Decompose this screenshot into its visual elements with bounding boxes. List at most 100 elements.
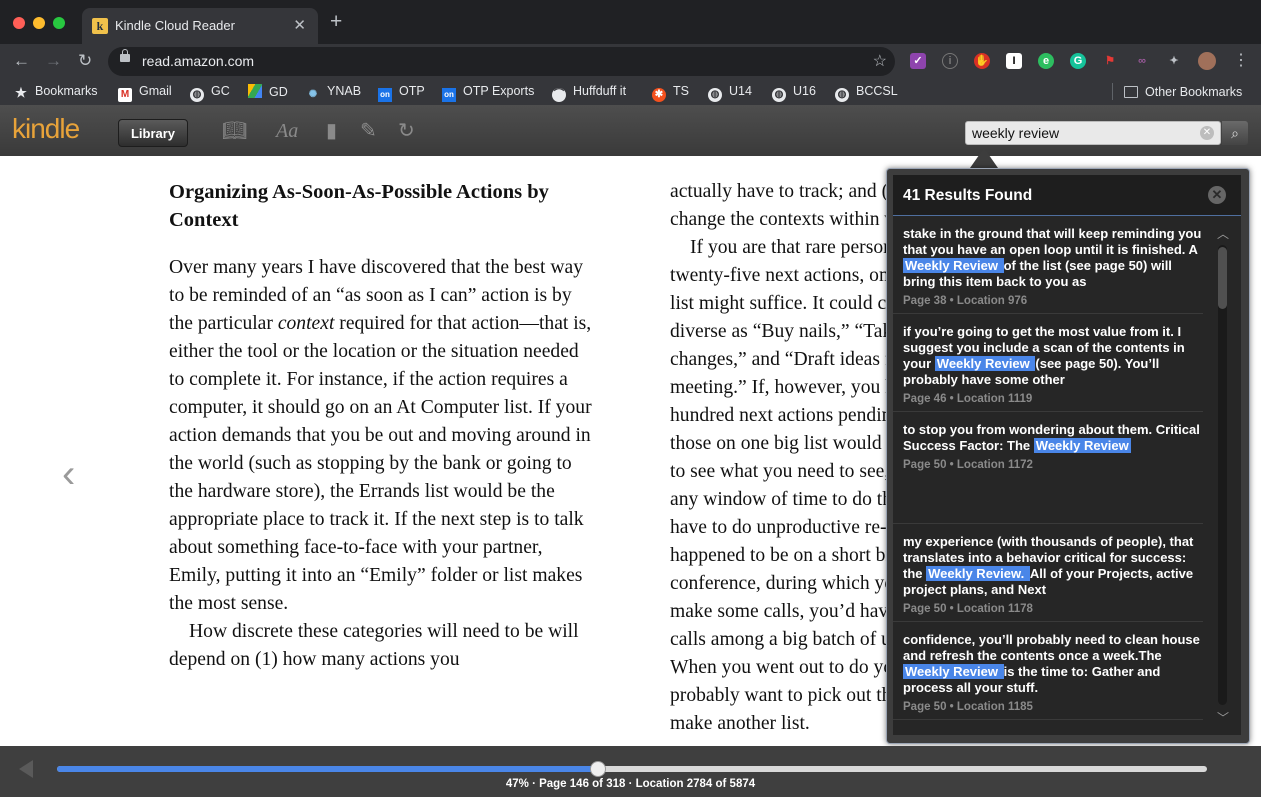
otp-icon: on [442, 88, 456, 102]
bookmark-gmail[interactable]: M Gmail [118, 84, 172, 102]
lock-icon [120, 49, 130, 62]
bookmark-icon[interactable]: ▮ [326, 119, 337, 143]
book-search-box: ✕ [965, 121, 1221, 145]
browser-tab-bar: k Kindle Cloud Reader ✕ + [0, 0, 1261, 44]
bookmarks-bar: ★ Bookmarks M Gmail ◍ GC GD ✺ YNAB on OTP on O… [0, 78, 1261, 105]
notes-icon[interactable]: ✎ [360, 119, 377, 143]
scrollbar-thumb[interactable] [1218, 247, 1227, 309]
tab-title: Kindle Cloud Reader [115, 18, 235, 33]
checklist-extension-icon[interactable]: ✓ [910, 53, 926, 69]
search-hit-highlight: Weekly Review [903, 664, 1004, 679]
previous-arrow-icon[interactable] [19, 760, 33, 778]
bookmark-u14[interactable]: ◍ U14 [708, 84, 752, 102]
kindle-toolbar: kindle Library 📖︎ Aa ▮ ✎ ↻ ✕ ⌕ [0, 105, 1261, 157]
progress-slider-handle[interactable] [589, 761, 606, 777]
location-status: 47% · Page 146 of 318 · Location 2784 of… [505, 778, 756, 790]
extensions-puzzle-icon[interactable]: ✦ [1166, 53, 1182, 69]
search-results-list: stake in the ground that will keep remin… [893, 216, 1213, 728]
globe-icon: ◍ [190, 88, 204, 102]
new-tab-button[interactable]: + [330, 11, 342, 32]
ts-icon: ✱ [652, 88, 666, 102]
search-result-item[interactable]: confidence, you’ll probably need to clea… [893, 622, 1203, 720]
scrollbar-track[interactable] [1218, 245, 1227, 705]
window-minimize-button[interactable] [33, 17, 45, 29]
gmail-icon: M [118, 88, 132, 102]
result-snippet: confidence, you’ll probably need to clea… [903, 632, 1203, 696]
huffduffer-icon: ⌒ [552, 88, 566, 102]
grammarly-extension-icon[interactable]: G [1070, 53, 1086, 69]
scroll-down-chevron-icon[interactable]: ﹀ [1215, 709, 1231, 726]
open-book-icon[interactable]: 📖︎ [222, 119, 247, 143]
evernote-extension-icon[interactable]: e [1038, 53, 1054, 69]
close-results-icon[interactable]: ✕ [1208, 186, 1226, 204]
window-close-button[interactable] [13, 17, 25, 29]
bookmark-gd[interactable]: GD [248, 84, 288, 99]
flag-extension-icon[interactable]: ⚑ [1102, 53, 1118, 69]
forward-arrow-icon[interactable]: → [45, 51, 62, 71]
snippet-text: confidence, you’ll probably need to clea… [903, 632, 1200, 663]
kindle-logo[interactable]: kindle [12, 114, 80, 144]
back-arrow-icon[interactable]: ← [13, 51, 30, 71]
result-snippet: my experience (with thousands of people)… [903, 534, 1203, 598]
result-location: Page 38 • Location 976 [903, 295, 1028, 307]
result-snippet: to stop you from wondering about them. C… [903, 422, 1203, 454]
search-panel-pointer [970, 148, 998, 168]
search-result-item[interactable]: my experience (with thousands of people)… [893, 524, 1203, 622]
star-icon: ★ [15, 85, 27, 100]
search-results-header: 41 Results Found ✕ [893, 175, 1241, 216]
font-settings-icon[interactable]: Aa [276, 119, 298, 143]
tab-close-icon[interactable]: ✕ [293, 16, 306, 34]
search-result-item[interactable]: stake in the ground that will keep remin… [893, 216, 1203, 314]
reload-icon[interactable]: ↻ [78, 51, 92, 71]
bookmark-huffduff-it[interactable]: ⌒ Huffduff it [552, 84, 626, 102]
browser-toolbar: ← → ↻ read.amazon.com ☆ ✓ i ✋ I e G ⚑ ∞ … [0, 44, 1261, 78]
window-zoom-button[interactable] [53, 17, 65, 29]
bookmarks-divider [1112, 83, 1113, 100]
result-location: Page 50 • Location 1185 [903, 701, 1033, 713]
globe-icon: ◍ [835, 88, 849, 102]
hand-extension-icon[interactable]: ✋ [974, 53, 990, 69]
result-location: Page 46 • Location 1119 [903, 393, 1033, 405]
other-bookmarks-folder[interactable]: Other Bookmarks [1124, 84, 1242, 99]
folder-icon [1124, 86, 1138, 98]
search-result-item[interactable]: if you’re going to get the most value fr… [893, 314, 1203, 412]
book-search-input[interactable] [972, 124, 1192, 142]
search-result-item[interactable]: to stop you from wondering about them. C… [893, 412, 1203, 524]
bookmark-star-icon[interactable]: ☆ [873, 51, 887, 71]
info-extension-icon[interactable]: i [942, 53, 958, 69]
results-scrollbar[interactable]: ︿ ﹀ [1215, 225, 1231, 725]
globe-icon: ◍ [708, 88, 722, 102]
bookmark-bccsl[interactable]: ◍ BCCSL [835, 84, 898, 102]
search-hit-highlight: Weekly Review [903, 258, 1004, 273]
search-hit-highlight: Weekly Review [1033, 438, 1131, 453]
bookmark-ynab[interactable]: ✺ YNAB [306, 84, 361, 102]
instapaper-extension-icon[interactable]: I [1006, 53, 1022, 69]
paragraph: How discrete these categories will need … [169, 621, 579, 670]
clear-search-icon[interactable]: ✕ [1200, 126, 1214, 140]
google-drive-icon [248, 84, 262, 98]
profile-avatar[interactable] [1198, 52, 1216, 70]
search-hit-highlight: Weekly Review [934, 356, 1036, 371]
address-bar[interactable]: read.amazon.com ☆ [108, 47, 895, 76]
library-button[interactable]: Library [118, 119, 188, 147]
bookmark-ts[interactable]: ✱ TS [652, 84, 689, 102]
scroll-up-chevron-icon[interactable]: ︿ [1215, 225, 1231, 242]
url-text: read.amazon.com [142, 53, 255, 69]
bookmark-u16[interactable]: ◍ U16 [772, 84, 816, 102]
sync-icon[interactable]: ↻ [398, 119, 415, 143]
results-count: 41 Results Found [903, 187, 1033, 204]
bookmark-bookmarks[interactable]: ★ Bookmarks [14, 84, 97, 100]
browser-tab[interactable]: k Kindle Cloud Reader ✕ [82, 8, 318, 44]
bookmark-gc[interactable]: ◍ GC [190, 84, 230, 102]
snippet-text: stake in the ground that will keep remin… [903, 226, 1202, 257]
progress-track[interactable] [57, 761, 1207, 777]
result-location: Page 50 • Location 1172 [903, 459, 1033, 471]
bookmark-otp[interactable]: on OTP [378, 84, 425, 102]
browser-menu-icon[interactable]: ⋮ [1233, 51, 1249, 71]
search-submit-button[interactable]: ⌕ [1222, 121, 1248, 145]
bookmark-otp-exports[interactable]: on OTP Exports [442, 84, 534, 102]
glasses-extension-icon[interactable]: ∞ [1134, 53, 1150, 69]
result-snippet: if you’re going to get the most value fr… [903, 324, 1203, 388]
previous-page-chevron-icon[interactable]: ‹ [62, 454, 75, 494]
ynab-icon: ✺ [308, 89, 318, 100]
